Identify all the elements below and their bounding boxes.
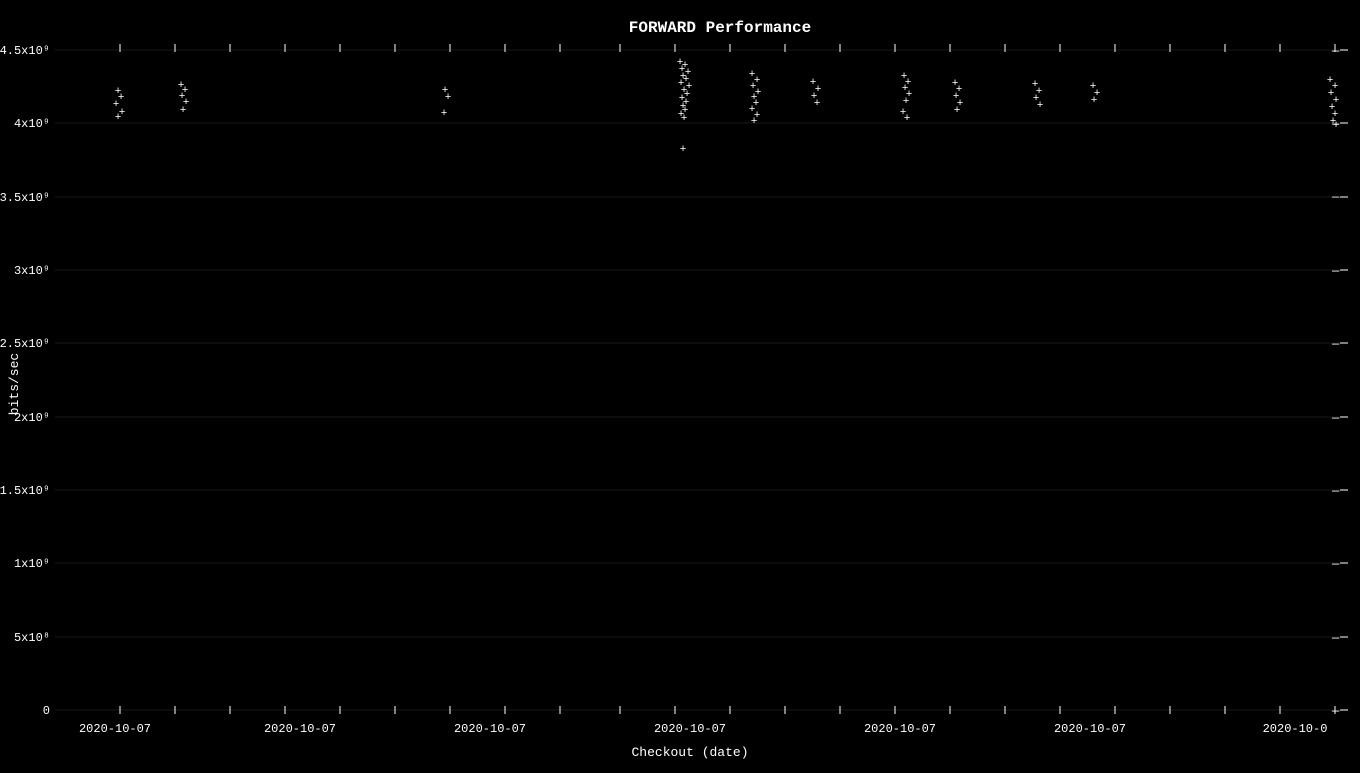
- chart-container: FORWARD Performance bits/sec 0 5x10⁸ 1x1…: [0, 0, 1360, 768]
- right-tick: —: [1331, 704, 1340, 718]
- svg-text:1.5x10⁹: 1.5x10⁹: [0, 484, 50, 498]
- right-tick: —: [1331, 411, 1340, 425]
- data-point: +: [904, 113, 911, 125]
- data-point: +: [680, 144, 687, 156]
- svg-text:2020-10-07: 2020-10-07: [654, 722, 726, 736]
- data-point: +: [445, 92, 452, 104]
- performance-chart: FORWARD Performance bits/sec 0 5x10⁸ 1x1…: [0, 0, 1360, 768]
- svg-text:4.5x10⁹: 4.5x10⁹: [0, 44, 50, 58]
- data-point: +: [180, 105, 187, 117]
- svg-text:2020-10-07: 2020-10-07: [864, 722, 936, 736]
- chart-title: FORWARD Performance: [629, 19, 811, 37]
- data-point: +: [1037, 100, 1044, 112]
- right-tick: —: [1331, 44, 1340, 58]
- right-tick: —: [1331, 264, 1340, 278]
- right-tick: —: [1331, 557, 1340, 571]
- y-axis-label: bits/sec: [7, 353, 22, 415]
- svg-text:2x10⁹: 2x10⁹: [14, 411, 50, 425]
- data-point: +: [1091, 95, 1098, 107]
- data-point: +: [681, 113, 688, 125]
- right-tick: —: [1331, 117, 1340, 131]
- svg-text:2020-10-07: 2020-10-07: [264, 722, 336, 736]
- svg-text:0: 0: [43, 704, 50, 718]
- svg-text:1x10⁹: 1x10⁹: [14, 557, 50, 571]
- data-point: +: [814, 98, 821, 110]
- right-tick: —: [1331, 484, 1340, 498]
- svg-text:2020-10-07: 2020-10-07: [1054, 722, 1126, 736]
- svg-text:2020-10-07: 2020-10-07: [454, 722, 526, 736]
- svg-text:2020-10-07: 2020-10-07: [79, 722, 151, 736]
- data-point: +: [441, 108, 448, 120]
- svg-text:3.5x10⁹: 3.5x10⁹: [0, 191, 50, 205]
- data-point: +: [751, 116, 758, 128]
- data-point: +: [115, 112, 122, 124]
- svg-text:2.5x10⁹: 2.5x10⁹: [0, 337, 50, 351]
- svg-text:5x10⁸: 5x10⁸: [14, 631, 50, 645]
- svg-text:3x10⁹: 3x10⁹: [14, 264, 50, 278]
- data-point: +: [954, 105, 961, 117]
- right-tick: —: [1331, 631, 1340, 645]
- x-axis-label: Checkout (date): [631, 745, 748, 760]
- svg-text:2020-10-0: 2020-10-0: [1263, 722, 1328, 736]
- right-tick: —: [1331, 190, 1340, 204]
- right-tick: —: [1331, 337, 1340, 351]
- svg-text:4x10⁹: 4x10⁹: [14, 117, 50, 131]
